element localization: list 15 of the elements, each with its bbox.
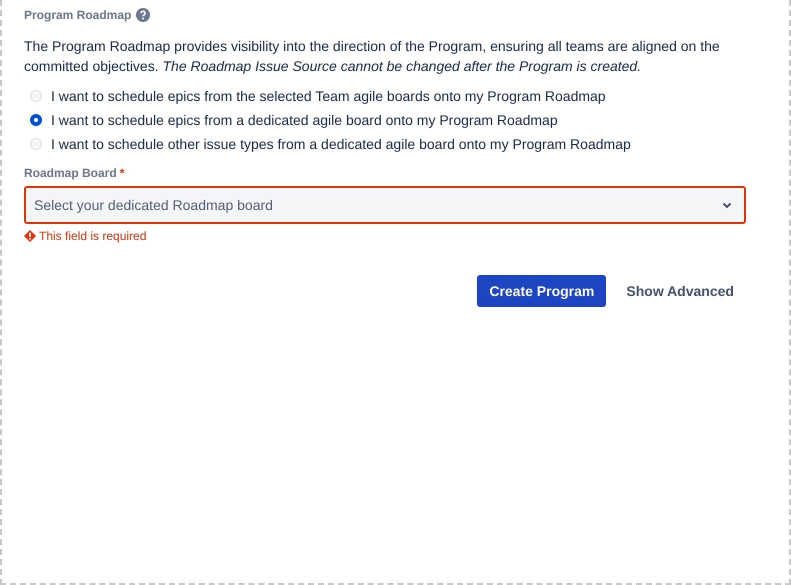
description: The Program Roadmap provides visibility into the direction of the Program, ensuring all teams are aligned on the committed objectives. The Roadmap Issue Source cannot be changed after the Program is created. (24, 37, 721, 76)
create-button[interactable]: Create Program (477, 275, 606, 307)
error-message: This field is required (39, 229, 146, 243)
chevron-down-icon (722, 202, 732, 208)
required-mark: * (120, 166, 124, 180)
advanced-button[interactable]: Show Advanced (614, 275, 746, 307)
error-icon (24, 230, 36, 242)
section-title: Program Roadmap (24, 8, 132, 22)
radio-label: I want to schedule other issue types from a dedicated agile board onto my Program Roadmap (51, 136, 631, 152)
radio-label: I want to schedule epics from a dedicated agile board onto my Program Roadmap (51, 112, 558, 128)
field-label: Roadmap Board (24, 166, 117, 180)
board-select[interactable]: Select your dedicated Roadmap board (24, 186, 746, 224)
help-icon[interactable] (136, 8, 150, 22)
radio-label: I want to schedule epics from the selected Team agile boards onto my Program Roadmap (51, 88, 606, 104)
radio-button[interactable] (30, 114, 42, 126)
